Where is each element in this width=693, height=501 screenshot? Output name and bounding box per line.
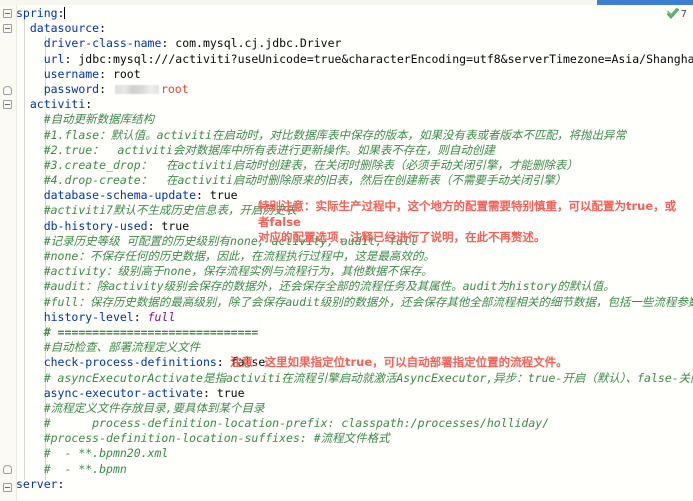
yaml-key-driver-class-name: driver-class-name xyxy=(43,36,162,51)
yaml-comment: #自动更新数据库结构 xyxy=(43,112,155,127)
yaml-key-url: url xyxy=(43,51,65,66)
yaml-key-datasource: datasource xyxy=(29,21,100,36)
code-line[interactable]: #流程定义文件存放目录,要具体到某个目录 xyxy=(16,401,693,416)
colon: : xyxy=(216,355,231,370)
yaml-comment: #流程定义文件存放目录,要具体到某个目录 xyxy=(43,400,265,415)
yaml-comment: #1.flase：默认值。activiti在启动时，对比数据库表中保存的版本，如… xyxy=(43,127,626,142)
yaml-comment-divider: # ============================= xyxy=(43,324,259,339)
code-line[interactable]: # process-definition-location-prefix: cl… xyxy=(16,416,693,431)
code-line[interactable]: driver-class-name: com.mysql.cj.jdbc.Dri… xyxy=(16,36,693,51)
editor-gutter[interactable] xyxy=(0,5,17,501)
yaml-comment: #4.drop-create： 在activiti启动时删除原来的旧表，然后在创… xyxy=(43,173,567,188)
fold-marker-activiti[interactable] xyxy=(3,100,12,109)
code-line[interactable]: datasource: xyxy=(16,21,693,36)
colon: : xyxy=(99,21,107,36)
code-line[interactable]: #3.create_drop： 在activiti启动时创建表，在关闭时删除表（… xyxy=(16,158,693,173)
yaml-key-username: username xyxy=(43,66,100,81)
annotation-database-schema: 特别注意：实际生产过程中，这个地方的配置需要特别慎重，可以配置为true，或者f… xyxy=(258,199,677,244)
code-line[interactable]: username: root xyxy=(16,67,693,82)
code-line[interactable]: #1.flase：默认值。activiti在启动时，对比数据库表中保存的版本，如… xyxy=(16,128,693,143)
code-line[interactable]: #activity：级别高于none，保存流程实例与流程行为，其他数据不保存。 xyxy=(16,264,693,279)
yaml-value-db-history-used: true xyxy=(161,218,190,233)
code-line[interactable]: # - **.bpmn xyxy=(16,462,693,477)
yaml-comment: #3.create_drop： 在activiti启动时创建表，在关闭时删除表（… xyxy=(43,157,578,172)
code-line[interactable]: #2.true： activiti会对数据库中所有表进行更新操作。如果表不存在，… xyxy=(16,143,693,158)
colon: : xyxy=(99,81,113,96)
yaml-comment: #audit：除activity级别会保存的数据外，还会保存全部的流程任务及其属… xyxy=(43,279,615,294)
colon: : xyxy=(64,51,79,66)
code-line[interactable]: server: xyxy=(16,477,693,492)
code-line[interactable]: #自动检查、部署流程定义文件 xyxy=(16,340,693,355)
yaml-comment: # - **.bpmn20.xml xyxy=(43,446,169,461)
yaml-value-async-executor-activate: true xyxy=(216,385,245,400)
code-line[interactable]: #none：不保存任何的历史数据，因此，在流程执行过程中，这是最高效的。 xyxy=(16,249,693,264)
code-line[interactable]: async-executor-activate: true xyxy=(16,386,693,401)
yaml-comment: #activity：级别高于none，保存流程实例与流程行为，其他数据不保存。 xyxy=(43,264,433,279)
yaml-comment: #full：保存历史数据的最高级别，除了会保存audit级别的数据外，还会保存其… xyxy=(43,294,693,309)
yaml-comment: #2.true： activiti会对数据库中所有表进行更新操作。如果表不存在，… xyxy=(43,142,495,157)
colon: : xyxy=(57,6,65,20)
yaml-value-database-schema-update: true xyxy=(209,188,238,203)
colon: : xyxy=(85,97,93,112)
colon: : xyxy=(133,309,148,324)
fold-marker-server[interactable] xyxy=(3,483,12,492)
annotation-check-process: 注意：这里如果指定位true，可以自动部署指定位置的流程文件。 xyxy=(230,355,568,369)
fold-end-marker-activiti[interactable] xyxy=(3,465,12,474)
fold-end-marker-datasource[interactable] xyxy=(3,86,12,95)
yaml-key-server: server xyxy=(16,476,58,491)
yaml-comment: # asyncExecutorActivate是指activiti在流程引擎启动… xyxy=(43,370,693,385)
code-line[interactable]: url: jdbc:mysql:///activiti?useUnicode=t… xyxy=(16,52,693,67)
code-line[interactable]: history-level: full xyxy=(16,310,693,325)
yaml-key-database-schema-update: database-schema-update xyxy=(43,188,197,203)
code-line[interactable]: # ============================= xyxy=(16,325,693,340)
code-content[interactable]: spring: datasource: driver-class-name: c… xyxy=(16,5,693,501)
yaml-key-async-executor-activate: async-executor-activate xyxy=(43,385,203,400)
fold-marker-datasource[interactable] xyxy=(3,24,12,33)
yaml-key-activiti: activiti xyxy=(29,97,86,112)
colon: : xyxy=(147,218,162,233)
fold-marker-spring[interactable] xyxy=(3,9,12,18)
yaml-value-driver-class-name: com.mysql.cj.jdbc.Driver xyxy=(175,36,342,51)
code-line[interactable]: #自动更新数据库结构 xyxy=(16,112,693,127)
colon: : xyxy=(202,385,217,400)
yaml-key-db-history-used: db-history-used xyxy=(43,218,148,233)
colon: : xyxy=(196,188,210,203)
code-line[interactable]: # asyncExecutorActivate是指activiti在流程引擎启动… xyxy=(16,371,693,386)
yaml-comment: #process-definition-location-suffixes: #… xyxy=(43,431,390,446)
code-line[interactable]: # - **.bpmn20.xml xyxy=(16,446,693,461)
code-line[interactable]: spring: xyxy=(16,6,693,21)
code-line[interactable]: #4.drop-create： 在activiti启动时删除原来的旧表，然后在创… xyxy=(16,173,693,188)
yaml-key-password: password xyxy=(43,81,100,96)
code-line[interactable]: password: root xyxy=(16,82,693,97)
yaml-value-history-level: full xyxy=(147,309,176,324)
code-line[interactable]: #audit：除activity级别会保存的数据外，还会保存全部的流程任务及其属… xyxy=(16,279,693,294)
code-line[interactable]: #process-definition-location-suffixes: #… xyxy=(16,431,693,446)
yaml-comment: #自动检查、部署流程定义文件 xyxy=(43,340,201,355)
yaml-comment: # process-definition-location-prefix: cl… xyxy=(43,416,550,431)
password-annotation: root xyxy=(160,81,189,96)
yaml-value-username: root xyxy=(112,66,141,81)
code-line[interactable]: #full：保存历史数据的最高级别，除了会保存audit级别的数据外，还会保存其… xyxy=(16,295,693,310)
code-line[interactable]: activiti: xyxy=(16,97,693,112)
yaml-comment: # - **.bpmn xyxy=(43,461,127,476)
colon: : xyxy=(161,36,176,51)
yaml-comment: #none：不保存任何的历史数据，因此，在流程执行过程中，这是最高效的。 xyxy=(43,249,435,263)
text-caret xyxy=(64,7,66,19)
yaml-editor[interactable]: 7 spring: datasource: driver-class-name:… xyxy=(0,0,693,501)
yaml-key-spring: spring xyxy=(16,6,58,20)
colon: : xyxy=(57,476,65,491)
yaml-key-history-level: history-level xyxy=(43,309,134,324)
yaml-value-url: jdbc:mysql:///activiti?useUnicode=true&c… xyxy=(78,51,693,66)
yaml-key-check-process-definitions: check-process-definitions xyxy=(43,355,217,370)
colon: : xyxy=(99,66,113,81)
redacted-password-block xyxy=(114,84,159,94)
